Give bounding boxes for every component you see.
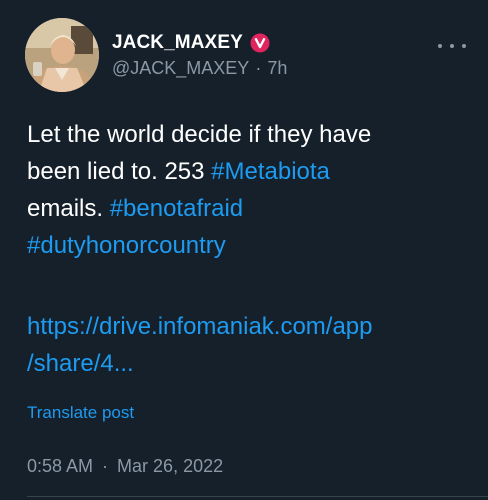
hashtag-link-benotafraid[interactable]: #benotafraid xyxy=(110,195,243,222)
divider xyxy=(27,496,488,497)
post-url-link[interactable]: https://drive.infomaniak.com/app /share/… xyxy=(27,308,467,382)
hashtag-link-metabiota[interactable]: #Metabiota xyxy=(211,158,330,185)
post-card: JACK_MAXEY @JACK_MAXEY · 7h Let the worl… xyxy=(0,0,488,500)
post-relative-time[interactable]: 7h xyxy=(267,58,287,79)
author-handle[interactable]: @JACK_MAXEY xyxy=(112,58,249,79)
post-text-segment: emails. xyxy=(27,195,110,222)
author-display-name[interactable]: JACK_MAXEY xyxy=(112,32,243,54)
post-text-line: been lied to. 253 #Metabiota xyxy=(27,153,467,190)
post-text-line: #dutyhonorcountry xyxy=(27,227,467,264)
post-text: Let the world decide if they have been l… xyxy=(27,116,467,264)
author-handle-row: @JACK_MAXEY · 7h xyxy=(112,58,287,79)
url-line[interactable]: https://drive.infomaniak.com/app xyxy=(27,308,467,345)
post-text-line: emails. #benotafraid xyxy=(27,190,467,227)
post-date[interactable]: Mar 26, 2022 xyxy=(117,456,223,477)
more-dot xyxy=(450,44,454,48)
avatar[interactable] xyxy=(25,18,99,92)
post-text-segment: been lied to. 253 xyxy=(27,158,212,185)
verified-badge-icon xyxy=(250,33,270,53)
post-timestamp[interactable]: 0:58 AM · Mar 26, 2022 xyxy=(27,456,223,477)
author-name-row[interactable]: JACK_MAXEY xyxy=(112,29,270,57)
post-text-line: Let the world decide if they have xyxy=(27,121,372,148)
translate-post-button[interactable]: Translate post xyxy=(27,403,134,423)
hashtag-link-dutyhonorcountry[interactable]: #dutyhonorcountry xyxy=(27,232,226,259)
post-time[interactable]: 0:58 AM xyxy=(27,456,93,477)
url-line[interactable]: /share/4... xyxy=(27,345,467,382)
timestamp-separator: · xyxy=(102,456,109,476)
more-dot xyxy=(462,44,466,48)
avatar-photo xyxy=(25,18,99,92)
more-dot xyxy=(438,44,442,48)
more-icon[interactable] xyxy=(438,36,466,56)
handle-separator: · xyxy=(255,58,262,78)
